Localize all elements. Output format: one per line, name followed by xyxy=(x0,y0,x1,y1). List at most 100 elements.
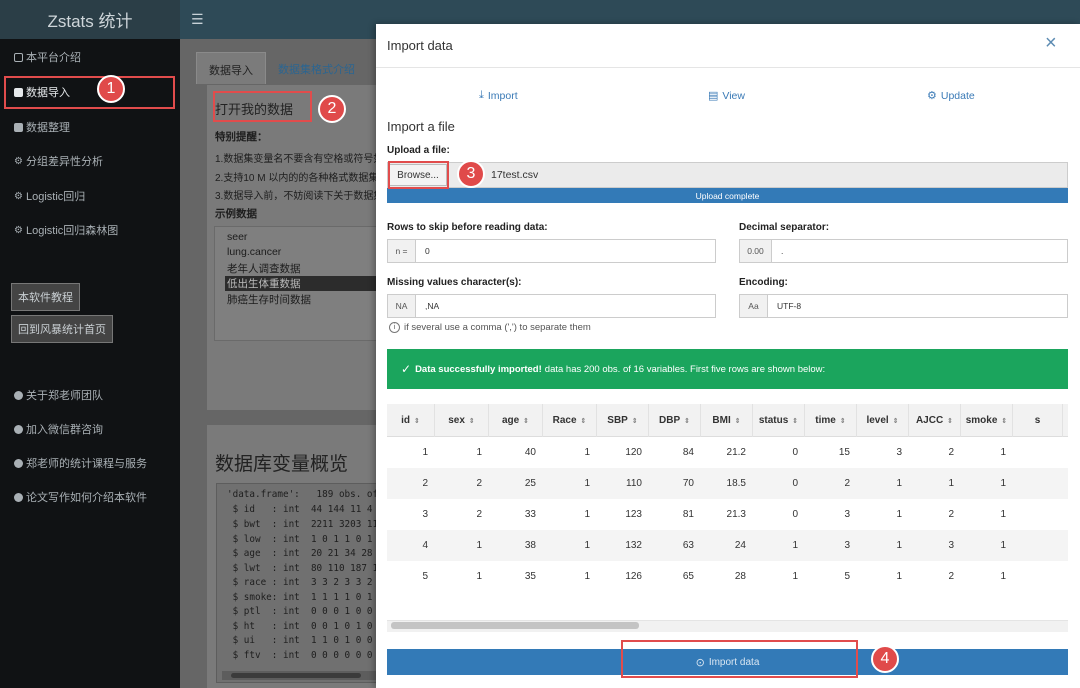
sidebar-item-logistic[interactable]: ⚙ Logistic回归 xyxy=(14,188,85,204)
sort-icon[interactable]: ⇕ xyxy=(840,417,846,425)
sort-icon[interactable]: ⇕ xyxy=(581,417,587,425)
table-cell xyxy=(1013,499,1063,530)
missing-addon: NA xyxy=(388,295,416,317)
column-header-label: smoke xyxy=(965,415,998,426)
missing-value[interactable]: ,NA xyxy=(416,295,439,317)
hamburger-icon[interactable]: ☰ xyxy=(191,11,204,28)
sort-icon[interactable]: ⇕ xyxy=(684,417,690,425)
sort-icon[interactable]: ⇕ xyxy=(947,417,953,425)
table-cell: 110 xyxy=(626,478,642,489)
encoding-value[interactable]: UTF-8 xyxy=(768,295,801,317)
sort-icon[interactable]: ⇕ xyxy=(893,417,899,425)
table-cell: 3 xyxy=(948,540,954,551)
column-header-race[interactable]: Race ⇕ xyxy=(543,404,597,437)
success-bold: Data successfully imported! xyxy=(415,363,542,375)
column-header-id[interactable]: id ⇕ xyxy=(387,404,435,437)
column-header-time[interactable]: time ⇕ xyxy=(805,404,857,437)
sidebar-link-paper[interactable]: 论文写作如何介绍本软件 xyxy=(14,489,147,505)
table-cell: 24 xyxy=(734,540,746,551)
sidebar-link-label: 论文写作如何介绍本软件 xyxy=(26,492,147,504)
code-line: $ smoke: int 1 1 1 1 0 1 xyxy=(227,592,373,603)
sidebar-item-data-cleaning[interactable]: 数据整理 xyxy=(14,119,70,135)
sidebar-item-label: 分组差异性分析 xyxy=(25,156,103,168)
sidebar-link-wechat[interactable]: 加入微信群咨询 xyxy=(14,421,103,437)
table-row: 1 1 40 1 120 84 21.2 0 15 3 2 1 xyxy=(387,437,1068,468)
close-icon[interactable]: × xyxy=(1045,33,1057,53)
column-header-age[interactable]: age ⇕ xyxy=(489,404,543,437)
code-scrollbar-thumb[interactable] xyxy=(231,673,361,678)
sort-icon[interactable]: ⇕ xyxy=(1001,417,1007,425)
table-scrollbar-thumb[interactable] xyxy=(391,622,639,629)
import-tab-link[interactable]: ⤓ Import xyxy=(479,89,518,102)
code-line: $ ui : int 1 1 0 1 0 0 xyxy=(227,635,373,646)
sample-title: 示例数据 xyxy=(215,208,257,220)
square-icon xyxy=(14,52,23,62)
update-tab-link[interactable]: ⚙ Update xyxy=(927,89,975,103)
success-alert: ✓ Data successfully imported! data has 2… xyxy=(387,349,1068,389)
table-cell: 5 xyxy=(422,571,428,582)
column-header-level[interactable]: level ⇕ xyxy=(857,404,909,437)
sort-icon[interactable]: ⇕ xyxy=(792,417,798,425)
column-header-s[interactable]: s xyxy=(1013,404,1063,437)
table-cell: 1 xyxy=(948,478,954,489)
annotation-box-1 xyxy=(4,76,175,109)
sidebar-item-group-diff[interactable]: ⚙ 分组差异性分析 xyxy=(14,153,103,169)
list-item[interactable]: lung.cancer xyxy=(227,246,281,258)
sidebar-item-label: Logistic回归森林图 xyxy=(25,225,119,237)
list-item[interactable]: 肺癌生存时间数据 xyxy=(227,292,311,307)
missing-label: Missing values character(s): xyxy=(387,277,522,288)
home-button[interactable]: 回到风暴统计首页 xyxy=(11,315,113,343)
sidebar-link-label: 郑老师的统计课程与服务 xyxy=(26,458,147,470)
table-cell: 1 xyxy=(1000,540,1006,551)
sort-icon[interactable]: ⇕ xyxy=(469,417,475,425)
column-header-sbp[interactable]: SBP ⇕ xyxy=(597,404,649,437)
sort-icon[interactable]: ⇕ xyxy=(523,417,529,425)
column-header-sex[interactable]: sex ⇕ xyxy=(435,404,489,437)
column-header-status[interactable]: status ⇕ xyxy=(753,404,805,437)
column-header-smoke[interactable]: smoke ⇕ xyxy=(961,404,1013,437)
code-line: $ ptl : int 0 0 0 1 0 0 xyxy=(227,606,373,617)
tab-data-import[interactable]: 数据导入 xyxy=(196,52,266,84)
update-tab-label: Update xyxy=(940,89,975,102)
notice-title: 特别提醒： xyxy=(215,131,268,143)
info-icon xyxy=(14,458,23,468)
sidebar-item-intro[interactable]: 本平台介绍 xyxy=(14,49,81,65)
column-header-ajcc[interactable]: AJCC ⇕ xyxy=(909,404,961,437)
sidebar-link-team[interactable]: 关于郑老师团队 xyxy=(14,387,103,403)
rows-skip-value[interactable]: 0 xyxy=(416,240,430,262)
sort-icon[interactable]: ⇕ xyxy=(735,417,741,425)
code-line: 'data.frame': 189 obs. of xyxy=(227,489,377,500)
list-item[interactable]: seer xyxy=(227,231,247,243)
sidebar-link-courses[interactable]: 郑老师的统计课程与服务 xyxy=(14,455,147,471)
table-cell xyxy=(1013,437,1063,468)
list-item[interactable]: 老年人调查数据 xyxy=(227,261,301,276)
column-header-bmi[interactable]: BMI ⇕ xyxy=(701,404,753,437)
code-line: $ age : int 20 21 34 28 xyxy=(227,548,373,559)
sidebar-item-logistic-forest[interactable]: ⚙ Logistic回归森林图 xyxy=(14,222,118,238)
table-cell: 2 xyxy=(844,478,850,489)
code-line: $ bwt : int 2211 3203 11 xyxy=(227,519,377,530)
rows-skip-input[interactable]: n = 0 xyxy=(387,239,716,263)
table-cell: 63 xyxy=(682,540,694,551)
missing-input[interactable]: NA ,NA xyxy=(387,294,716,318)
table-cell: 40 xyxy=(524,447,536,458)
file-input[interactable] xyxy=(387,162,1068,188)
encoding-input[interactable]: Aa UTF-8 xyxy=(739,294,1068,318)
view-tab-link[interactable]: ▤ View xyxy=(708,89,745,103)
decimal-input[interactable]: 0.00 . xyxy=(739,239,1068,263)
list-item-selected[interactable]: 低出生体重数据 xyxy=(225,276,376,291)
column-header-label: DBP xyxy=(659,415,681,426)
table-cell: 15 xyxy=(838,447,850,458)
tutorial-button[interactable]: 本软件教程 xyxy=(11,283,80,311)
sample-data-list[interactable]: seer lung.cancer 老年人调查数据 低出生体重数据 肺癌生存时间数… xyxy=(214,226,377,341)
column-header-dbp[interactable]: DBP ⇕ xyxy=(649,404,701,437)
encoding-addon: Aa xyxy=(740,295,768,317)
tab-dataset-format[interactable]: 数据集格式介绍 xyxy=(266,52,367,84)
sort-icon[interactable]: ⇕ xyxy=(414,417,420,425)
encoding-label: Encoding: xyxy=(739,277,788,288)
decimal-value[interactable]: . xyxy=(772,240,783,262)
table-cell: 1 xyxy=(896,509,902,520)
column-header-label: AJCC xyxy=(915,415,944,426)
sidebar-item-label: 本平台介绍 xyxy=(26,52,81,64)
sort-icon[interactable]: ⇕ xyxy=(632,417,638,425)
